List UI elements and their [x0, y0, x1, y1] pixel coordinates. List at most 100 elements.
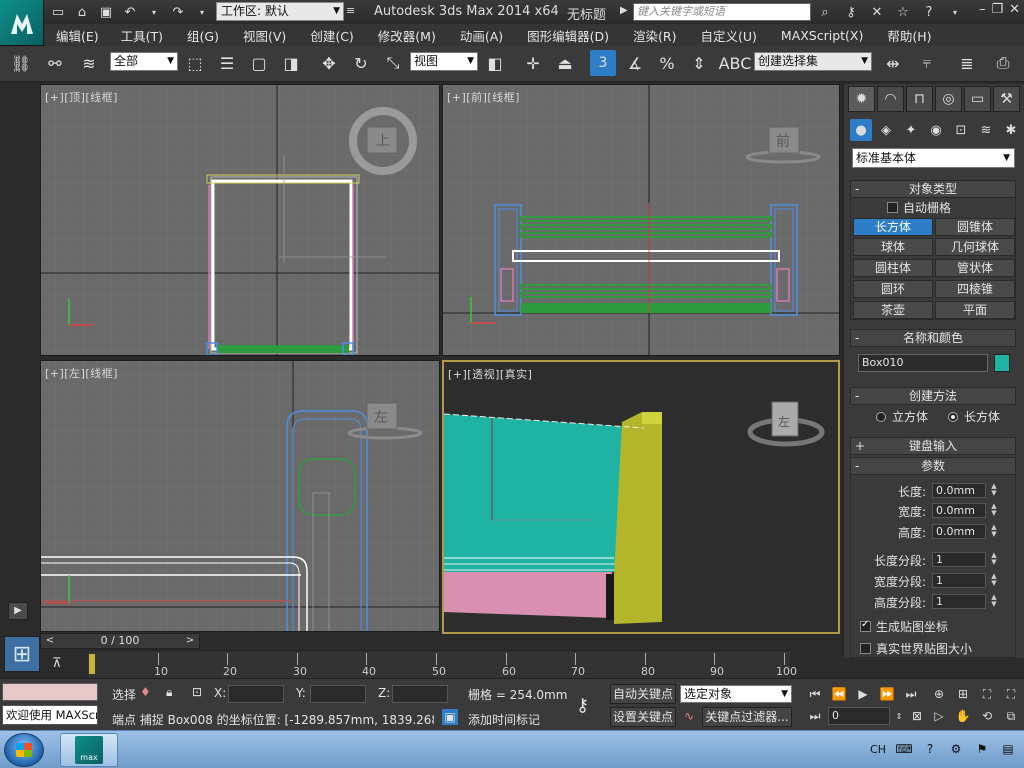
move-icon[interactable]: ✥ [316, 50, 342, 76]
maxscript-listener-input[interactable]: 欢迎使用 MAXScri [2, 705, 98, 725]
shapes-icon[interactable]: ◈ [875, 119, 897, 141]
width-segs-spinner-icon[interactable]: ▲ ▼ [990, 573, 998, 588]
viewport-left[interactable]: 左 [+][左][线框] [40, 360, 440, 632]
time-slider[interactable]: < 0 / 100 > [40, 633, 200, 649]
parameters-rollout-header[interactable]: - 参数 [850, 457, 1016, 475]
frame-spinner-icon[interactable]: ⇕ [890, 707, 908, 725]
select-object-icon[interactable]: ⬚ [182, 50, 208, 76]
length-spinner-icon[interactable]: ▲ ▼ [990, 483, 998, 498]
time-config-icon[interactable]: ⊠ [908, 707, 926, 725]
menu-group[interactable]: 组(G) [187, 26, 219, 45]
menu-graph-editors[interactable]: 图形编辑器(D) [527, 26, 609, 45]
menu-create[interactable]: 创建(C) [310, 26, 353, 45]
select-manipulate-icon[interactable]: ✛ [520, 50, 546, 76]
open-file-icon[interactable]: ⌂ [72, 2, 92, 22]
mini-curve-editor-icon[interactable]: ⊼ [52, 656, 62, 671]
height-segs-input[interactable]: 1 [932, 594, 986, 609]
application-button[interactable] [0, 0, 44, 46]
box-radio[interactable] [948, 412, 958, 422]
width-input[interactable]: 0.0mm [932, 503, 986, 518]
absolute-mode-icon[interactable]: ⊡ [192, 685, 202, 699]
rectangle-selection-icon[interactable]: ▢ [246, 50, 272, 76]
cone-button[interactable]: 圆锥体 [935, 218, 1015, 236]
menu-help[interactable]: 帮助(H) [887, 26, 931, 45]
viewcube-top-label[interactable]: 上 [376, 133, 390, 149]
length-segs-spinner-icon[interactable]: ▲ ▼ [990, 552, 998, 567]
named-selection-dropdown[interactable]: 创建选择集 ▼ [754, 52, 872, 71]
keyboard-shortcut-icon[interactable]: ⏏ [552, 50, 578, 76]
viewport-front-label[interactable]: [+][前][线框] [447, 89, 520, 105]
keyboard-icon[interactable]: ⌨ [895, 741, 912, 757]
zoom-icon[interactable]: ⊕ [930, 685, 948, 703]
object-type-rollout-header[interactable]: - 对象类型 [850, 180, 1016, 198]
minimize-icon[interactable]: – [979, 2, 986, 17]
viewport-perspective[interactable]: 左 [+][透视][真实] [442, 360, 840, 634]
create-tab-icon[interactable]: ✹ [848, 86, 875, 112]
time-slider-handle[interactable] [88, 653, 96, 675]
cube-radio[interactable] [876, 412, 886, 422]
save-icon[interactable]: ▣ [96, 2, 116, 22]
unlink-icon[interactable]: ⚯ [42, 50, 68, 76]
menu-rendering[interactable]: 渲染(R) [633, 26, 676, 45]
viewcube-front-label[interactable]: 前 [776, 133, 790, 150]
spacewarps-icon[interactable]: ≋ [975, 119, 997, 141]
select-by-name-icon[interactable]: ☰ [214, 50, 240, 76]
height-spinner-icon[interactable]: ▲ ▼ [990, 524, 998, 539]
width-segs-input[interactable]: 1 [932, 573, 986, 588]
menu-modifiers[interactable]: 修改器(M) [378, 26, 436, 45]
auto-key-button[interactable]: 自动关键点 [610, 684, 676, 704]
flag-icon[interactable]: ⚑ [974, 741, 990, 757]
help-dropdown-icon[interactable]: ▾ [945, 2, 965, 22]
undo-dropdown-icon[interactable]: ▾ [144, 2, 164, 22]
next-key-icon[interactable]: ⏩ [878, 685, 896, 703]
isolate-icon[interactable]: ♦ [140, 685, 151, 699]
spinner-snap-icon[interactable]: ⇕ [686, 50, 712, 76]
next-frame-arrow-icon[interactable]: > [183, 634, 197, 648]
key-mode-toggle-icon[interactable]: ⏭ [806, 707, 824, 725]
settings-icon[interactable]: ⚙ [948, 741, 964, 757]
viewcube-persp-label[interactable]: 左 [778, 414, 790, 429]
menu-maxscript[interactable]: MAXScript(X) [781, 28, 863, 43]
network-icon[interactable]: ▤ [1000, 741, 1016, 757]
torus-button[interactable]: 圆环 [853, 280, 933, 298]
play-icon[interactable]: ▶ [854, 685, 872, 703]
pan-icon[interactable]: ✋ [954, 707, 972, 725]
plane-button[interactable]: 平面 [935, 301, 1015, 319]
menu-animation[interactable]: 动画(A) [460, 26, 503, 45]
redo-dropdown-icon[interactable]: ▾ [192, 2, 212, 22]
key-mode-dropdown[interactable]: 选定对象 ▼ [680, 685, 792, 703]
set-key-mode-icon[interactable]: ⚷ [576, 695, 589, 716]
box-button[interactable]: 长方体 [853, 218, 933, 236]
viewport-left-label[interactable]: [+][左][线框] [45, 365, 118, 381]
height-input[interactable]: 0.0mm [932, 524, 986, 539]
lights-icon[interactable]: ✦ [900, 119, 922, 141]
search-expand-icon[interactable]: ▶ [620, 5, 628, 16]
redo-icon[interactable]: ↷ [168, 2, 188, 22]
x-coord-input[interactable] [228, 685, 284, 703]
width-spinner-icon[interactable]: ▲ ▼ [990, 503, 998, 518]
expand-panel-icon[interactable]: ▶ [8, 602, 28, 620]
go-to-start-icon[interactable]: ⏮ [806, 685, 824, 703]
cylinder-button[interactable]: 圆柱体 [853, 259, 933, 277]
bind-spacewarp-icon[interactable]: ≋ [76, 50, 102, 76]
go-to-end-icon[interactable]: ⏭ [902, 685, 920, 703]
name-color-rollout-header[interactable]: - 名称和颜色 [850, 329, 1016, 347]
rotate-icon[interactable]: ↻ [348, 50, 374, 76]
workspace-dropdown[interactable]: 工作区: 默认 ▼ [216, 2, 344, 21]
time-tag-icon[interactable]: ▣ [442, 709, 458, 725]
viewport-perspective-label[interactable]: [+][透视][真实] [448, 366, 532, 382]
viewcube-left-label[interactable]: 左 [374, 410, 388, 426]
geometry-icon[interactable]: ● [850, 119, 872, 141]
new-file-icon[interactable]: ▭ [48, 2, 68, 22]
mirror-icon[interactable]: ⇹ [880, 50, 906, 76]
geosphere-button[interactable]: 几何球体 [935, 238, 1015, 256]
keyboard-entry-rollout-header[interactable]: + 键盘输入 [850, 437, 1016, 455]
restore-icon[interactable]: ❐ [991, 2, 1003, 17]
orbit-icon[interactable]: ⟲ [978, 707, 996, 725]
exchange-icon[interactable]: ✕ [867, 2, 887, 22]
link-icon[interactable]: ⛓ [8, 50, 34, 76]
angle-snap-icon[interactable]: ∡ [622, 50, 648, 76]
height-segs-spinner-icon[interactable]: ▲ ▼ [990, 594, 998, 609]
viewport-top[interactable]: 上 [+][顶][线框] [40, 84, 440, 356]
pivot-center-icon[interactable]: ◧ [482, 50, 508, 76]
